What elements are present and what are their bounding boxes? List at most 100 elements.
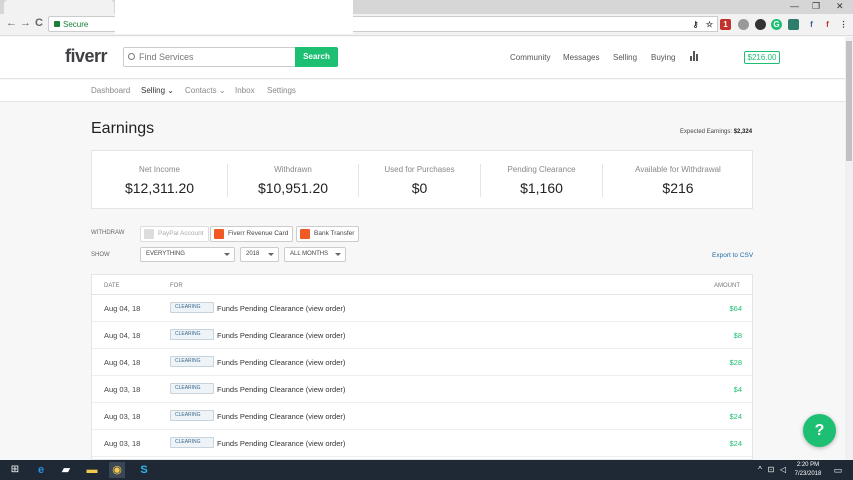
chrome-icon[interactable]: ◉ <box>109 462 125 478</box>
stat-value: $10,951.20 <box>257 180 329 196</box>
column-header-date: DATE <box>104 283 120 289</box>
row-date: Aug 04, 18 <box>104 331 141 340</box>
expected-earnings: Expected Earnings: $2,324 <box>680 129 752 135</box>
row-description-link[interactable]: Funds Pending Clearance (view order) <box>217 385 345 394</box>
extension-red-icon[interactable]: 1 <box>720 19 731 30</box>
bank-transfer-withdraw-button[interactable]: Bank Transfer <box>296 226 360 242</box>
extension-teal-icon[interactable] <box>788 19 799 30</box>
close-window-icon[interactable]: ✕ <box>836 1 844 12</box>
facebook-icon[interactable]: f <box>806 19 817 30</box>
stat-value: $0 <box>411 180 428 196</box>
show-label: SHOW <box>91 252 110 258</box>
revenue-card-withdraw-button[interactable]: Fiverr Revenue Card <box>210 226 294 242</box>
status-badge: CLEARING <box>170 356 214 367</box>
row-description-link[interactable]: Funds Pending Clearance (view order) <box>217 358 345 367</box>
table-row: Aug 03, 18 CLEARING Funds Pending Clearanc… <box>92 403 752 430</box>
row-amount: $24 <box>729 412 742 421</box>
table-row: Aug 04, 18 CLEARING Funds Pending Clearanc… <box>92 322 752 349</box>
month-filter-select[interactable]: ALL MONTHS <box>284 247 346 262</box>
star-icon[interactable]: ☆ <box>704 19 715 30</box>
subnav-dashboard[interactable]: Dashboard <box>91 86 130 95</box>
store-icon[interactable]: ▰ <box>58 462 74 478</box>
extension-f-red-icon[interactable]: f <box>822 19 833 30</box>
type-filter-select[interactable]: EVERYTHING <box>140 247 235 262</box>
extension-dark-icon[interactable] <box>755 19 766 30</box>
row-date: Aug 04, 18 <box>104 358 141 367</box>
status-badge: CLEARING <box>170 437 214 448</box>
reload-icon[interactable]: C <box>35 17 43 29</box>
nav-messages[interactable]: Messages <box>563 53 599 62</box>
address-bar-right[interactable] <box>353 16 718 32</box>
status-badge: CLEARING <box>170 329 214 340</box>
paypal-withdraw-button[interactable]: PayPal Account <box>140 226 209 242</box>
search-icon <box>128 53 135 60</box>
row-date: Aug 03, 18 <box>104 439 141 448</box>
secure-label: Secure <box>63 20 89 29</box>
chevron-down-icon: ⌄ <box>218 86 226 95</box>
month-filter-value: ALL MONTHS <box>290 251 329 257</box>
forward-icon[interactable]: → <box>20 17 31 29</box>
browser-tab[interactable] <box>4 0 114 14</box>
search-button[interactable]: Search <box>295 47 338 67</box>
help-button[interactable]: ? <box>803 414 836 447</box>
revenue-card-icon <box>214 229 224 239</box>
caret-down-icon <box>335 253 341 256</box>
column-header-for: FOR <box>170 283 183 289</box>
skype-icon[interactable]: S <box>136 462 152 478</box>
key-icon[interactable]: ⚷ <box>690 19 701 30</box>
subnav-contacts[interactable]: Contacts ⌄ <box>185 86 226 95</box>
fiverr-logo[interactable]: fiverr <box>65 46 108 67</box>
notifications-icon[interactable]: ▭ <box>830 462 846 478</box>
row-description-link[interactable]: Funds Pending Clearance (view order) <box>217 331 345 340</box>
stat-label: Net Income <box>139 165 180 174</box>
scrollbar-thumb[interactable] <box>846 41 852 161</box>
row-date: Aug 03, 18 <box>104 385 141 394</box>
row-amount: $4 <box>733 385 742 394</box>
year-filter-select[interactable]: 2018 <box>240 247 279 262</box>
revenue-card-label: Fiverr Revenue Card <box>228 230 289 237</box>
row-description-link[interactable]: Funds Pending Clearance (view order) <box>217 304 345 313</box>
taskbar-clock[interactable]: 2:20 PM 7/23/2018 <box>788 461 828 479</box>
export-csv-link[interactable]: Export to CSV <box>712 252 753 259</box>
subnav-settings[interactable]: Settings <box>267 86 296 95</box>
extension-gray-icon[interactable] <box>738 19 749 30</box>
search-input[interactable]: Find Services <box>123 47 296 67</box>
caret-down-icon <box>268 253 274 256</box>
nav-community[interactable]: Community <box>510 53 550 62</box>
stat-net-income: Net Income $12,311.20 <box>92 151 227 210</box>
maximize-icon[interactable]: ❐ <box>812 1 820 12</box>
stat-value: $1,160 <box>520 180 563 196</box>
subnav-inbox[interactable]: Inbox <box>235 86 255 95</box>
edge-icon[interactable]: e <box>33 462 49 478</box>
menu-dots-icon[interactable]: ⋮ <box>838 19 849 30</box>
row-amount: $8 <box>733 331 742 340</box>
page-scrollbar[interactable] <box>845 37 853 460</box>
paypal-icon <box>144 229 154 239</box>
address-bar[interactable]: Secure <box>48 16 115 32</box>
nav-buying[interactable]: Buying <box>651 53 675 62</box>
redacted-area <box>115 0 353 34</box>
row-description-link[interactable]: Funds Pending Clearance (view order) <box>217 412 345 421</box>
file-explorer-icon[interactable]: ▬ <box>84 462 100 478</box>
row-date: Aug 03, 18 <box>104 412 141 421</box>
nav-selling[interactable]: Selling <box>613 53 637 62</box>
stat-label: Used for Purchases <box>384 165 455 174</box>
stat-value: $216 <box>662 180 694 196</box>
subnav-selling[interactable]: Selling ⌄ <box>141 86 174 95</box>
withdraw-label: WITHDRAW <box>91 230 125 236</box>
expected-earnings-label: Expected Earnings: <box>680 129 733 135</box>
windows-start-icon[interactable]: ⊞ <box>7 462 23 478</box>
status-badge: CLEARING <box>170 383 214 394</box>
grammarly-icon[interactable]: G <box>771 19 782 30</box>
row-description-link[interactable]: Funds Pending Clearance (view order) <box>217 439 345 448</box>
back-icon[interactable]: ← <box>6 17 17 29</box>
type-filter-value: EVERYTHING <box>146 251 185 257</box>
balance-badge[interactable]: $216.00 <box>744 51 780 64</box>
page-title: Earnings <box>91 120 155 137</box>
stat-withdrawn: Withdrawn $10,951.20 <box>228 151 358 210</box>
minimize-icon[interactable]: — <box>790 1 799 11</box>
taskbar <box>0 460 853 480</box>
analytics-icon[interactable] <box>690 51 698 61</box>
earnings-table: DATE FOR AMOUNT Aug 04, 18 CLEARING Funds … <box>91 274 753 460</box>
search-placeholder: Find Services <box>139 52 194 62</box>
